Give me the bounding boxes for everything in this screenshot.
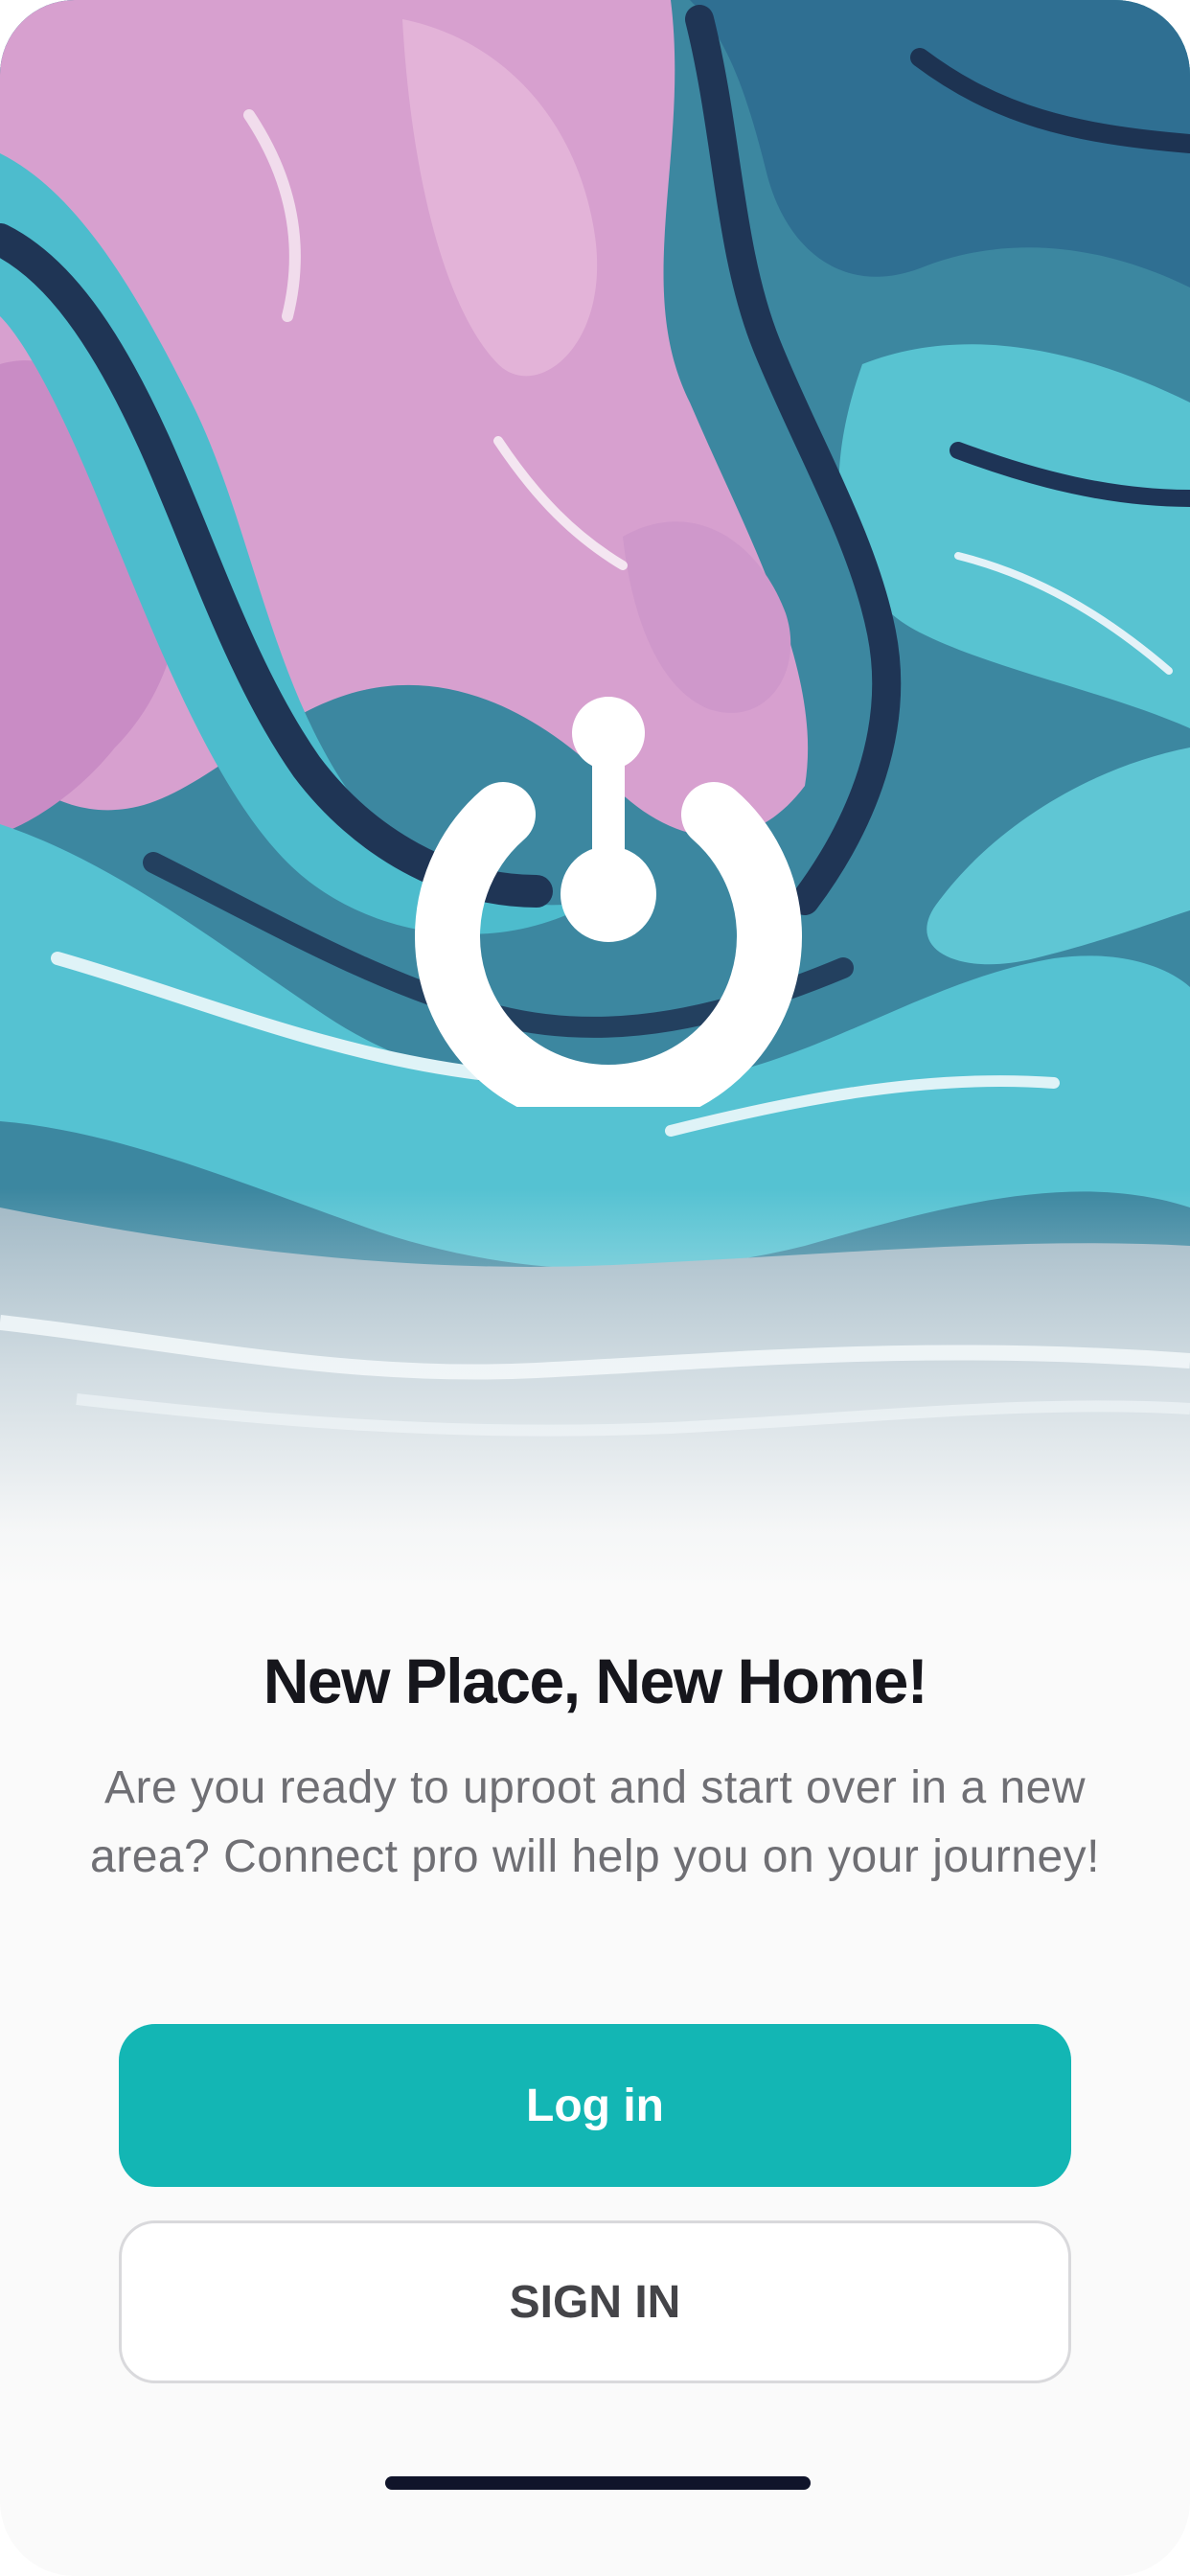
power-logo-icon — [412, 695, 805, 1130]
login-button-label: Log in — [526, 2080, 664, 2131]
onboarding-screen: New Place, New Home! Are you ready to up… — [0, 0, 1190, 2576]
hero-fade-overlay — [0, 1188, 1190, 1591]
login-button[interactable]: Log in — [119, 2024, 1071, 2187]
sign-in-button-label: SIGN IN — [509, 2276, 681, 2328]
home-indicator[interactable] — [385, 2476, 811, 2490]
page-title: New Place, New Home! — [263, 1645, 928, 1716]
sign-in-button[interactable]: SIGN IN — [119, 2220, 1071, 2383]
onboarding-description: Are you ready to uproot and start over i… — [90, 1762, 1100, 1882]
